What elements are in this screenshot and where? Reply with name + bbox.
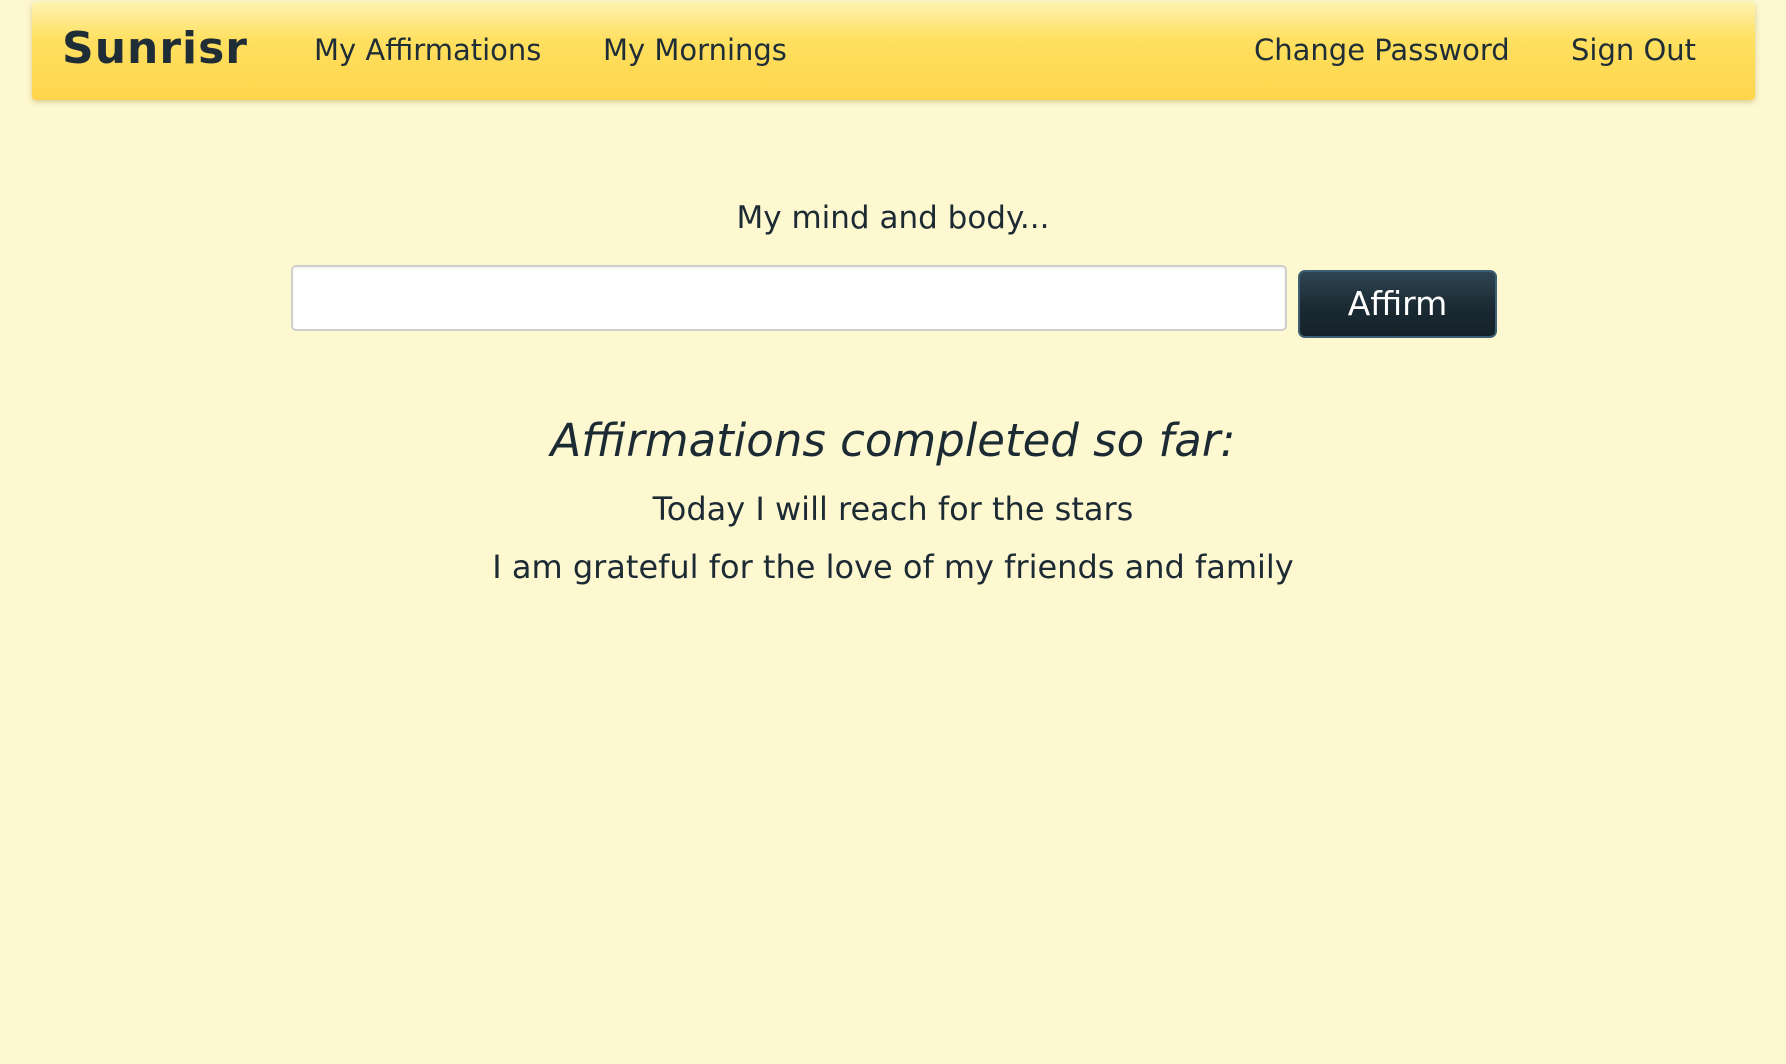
completed-heading: Affirmations completed so far: (550, 414, 1236, 467)
nav-change-password[interactable]: Change Password (1254, 30, 1510, 70)
brand-logo[interactable]: Sunrisr (62, 21, 248, 77)
nav-my-affirmations[interactable]: My Affirmations (314, 30, 541, 70)
nav-my-mornings[interactable]: My Mornings (603, 30, 787, 70)
list-item: Today I will reach for the stars (652, 490, 1134, 528)
affirmation-input[interactable] (291, 265, 1287, 331)
completed-affirmations-list: Today I will reach for the stars I am gr… (0, 480, 1786, 596)
top-navbar: Sunrisr My Affirmations My Mornings Chan… (32, 2, 1755, 100)
affirm-button[interactable]: Affirm (1298, 270, 1497, 338)
affirmation-prompt: My mind and body... (736, 200, 1050, 236)
list-item: I am grateful for the love of my friends… (492, 548, 1294, 586)
nav-sign-out[interactable]: Sign Out (1571, 30, 1696, 70)
